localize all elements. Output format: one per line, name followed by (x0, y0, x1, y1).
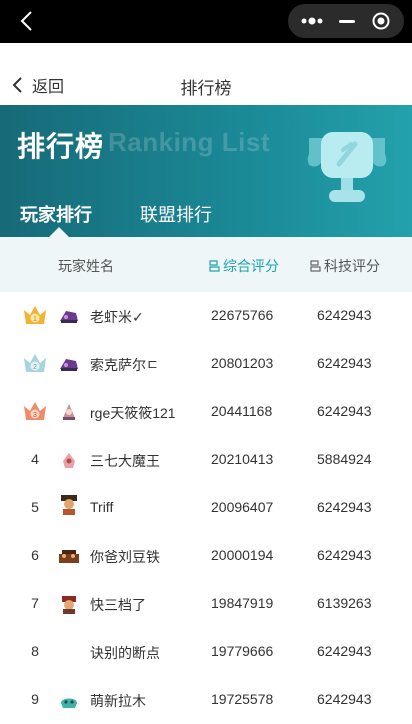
sort-icon (209, 260, 220, 272)
header-player-name: 玩家姓名 (58, 258, 114, 274)
player-name: 萌新拉木 (90, 693, 146, 709)
svg-text:2: 2 (33, 364, 37, 371)
crown-icon: 1 (24, 306, 46, 324)
player-name: 你爸刘豆铁 (90, 549, 160, 565)
table-row[interactable]: 4 三七大魔王 20210413 5884924 (0, 436, 412, 484)
rank-number: 8 (31, 643, 39, 659)
minimize-icon[interactable] (338, 12, 356, 30)
overall-score: 20000194 (211, 547, 274, 563)
system-bar (0, 0, 412, 43)
tech-score: 6242943 (317, 547, 372, 563)
overall-score: 20801203 (211, 355, 274, 371)
active-tab-indicator (49, 227, 69, 237)
rank-number: 4 (31, 451, 39, 467)
rank-number: 5 (31, 499, 39, 515)
svg-text:3: 3 (33, 412, 37, 419)
avatar (61, 495, 77, 515)
avatar (60, 359, 78, 371)
rank-number: 9 (31, 691, 39, 707)
overall-score: 22675766 (211, 307, 274, 323)
table-header: 玩家姓名 综合评分 科技评分 (0, 237, 412, 292)
close-circle-icon[interactable] (372, 12, 390, 30)
avatar (61, 698, 77, 708)
tech-score: 6242943 (317, 403, 372, 419)
table-row[interactable]: 1 老虾米✓ 22675766 6242943 (0, 292, 412, 340)
player-name: 老虾米✓ (90, 309, 144, 325)
header-tech-score[interactable]: 科技评分 (310, 256, 380, 276)
rank-badge-silver: 2 (22, 350, 48, 376)
table-row[interactable]: 5 Triff 20096407 6242943 (0, 484, 412, 532)
navigation-bar: 返回 排行榜 (0, 43, 412, 105)
avatar (62, 596, 76, 614)
table-row[interactable]: 8 诀别的断点 19779666 6242943 (0, 628, 412, 676)
crown-icon: 2 (24, 354, 46, 372)
tech-score: 6242943 (317, 307, 372, 323)
page-title: 排行榜 (180, 79, 232, 98)
table-row[interactable]: 3 rge天筱筱121 20441168 6242943 (0, 388, 412, 436)
overall-score: 20210413 (211, 451, 274, 467)
sort-icon (310, 260, 321, 272)
banner-title: 排行榜 (17, 131, 105, 162)
tab-alliance-ranking[interactable]: 联盟排行 (140, 201, 212, 227)
player-name: rge天筱筱121 (90, 405, 176, 421)
avatar (59, 550, 79, 563)
overall-score: 19847919 (211, 595, 274, 611)
overall-score: 20441168 (211, 403, 273, 419)
rank-number: 6 (31, 547, 39, 563)
crown-icon: 3 (24, 402, 46, 420)
player-name: 快三档了 (90, 597, 146, 613)
chevron-left-icon[interactable] (18, 10, 36, 32)
player-name: Triff (90, 499, 114, 515)
rank-number: 7 (31, 595, 39, 611)
tech-score: 6242943 (317, 691, 372, 707)
table-row[interactable]: 9 萌新拉木 19725578 6242943 (0, 676, 412, 724)
tech-score: 6242943 (317, 355, 372, 371)
player-name: 诀别的断点 (90, 645, 160, 661)
player-name: 索克萨尔ㄷ (90, 357, 159, 373)
avatar (63, 453, 75, 468)
tech-score: 6139263 (317, 595, 372, 611)
overall-score: 19725578 (211, 691, 274, 707)
overall-score: 19779666 (211, 643, 274, 659)
tech-score: 6242943 (317, 643, 372, 659)
ranking-tabs: 玩家排行 联盟排行 (0, 195, 412, 237)
rank-badge-bronze: 3 (22, 398, 48, 424)
tech-score: 5884924 (317, 451, 372, 467)
ranking-banner: 排行榜 Ranking List 玩家排行 联盟排行 (0, 105, 412, 237)
header-overall-score-label: 综合评分 (223, 258, 279, 274)
table-row[interactable]: 7 快三档了 19847919 6139263 (0, 580, 412, 628)
overall-score: 20096407 (211, 499, 274, 515)
banner-subtitle: Ranking List (108, 127, 271, 157)
tab-player-ranking[interactable]: 玩家排行 (20, 201, 92, 227)
header-tech-score-label: 科技评分 (324, 258, 380, 274)
header-overall-score[interactable]: 综合评分 (209, 256, 279, 276)
player-name: 三七大魔王 (90, 453, 160, 469)
tech-score: 6242943 (317, 499, 372, 515)
rank-badge-gold: 1 (22, 302, 48, 328)
mini-program-capsule (288, 4, 404, 38)
avatar (63, 404, 75, 420)
avatar (60, 311, 78, 323)
svg-text:1: 1 (33, 316, 37, 323)
table-row[interactable]: 2 索克萨尔ㄷ 20801203 6242943 (0, 340, 412, 388)
table-row[interactable]: 6 你爸刘豆铁 20000194 6242943 (0, 532, 412, 580)
more-icon[interactable] (300, 12, 324, 30)
